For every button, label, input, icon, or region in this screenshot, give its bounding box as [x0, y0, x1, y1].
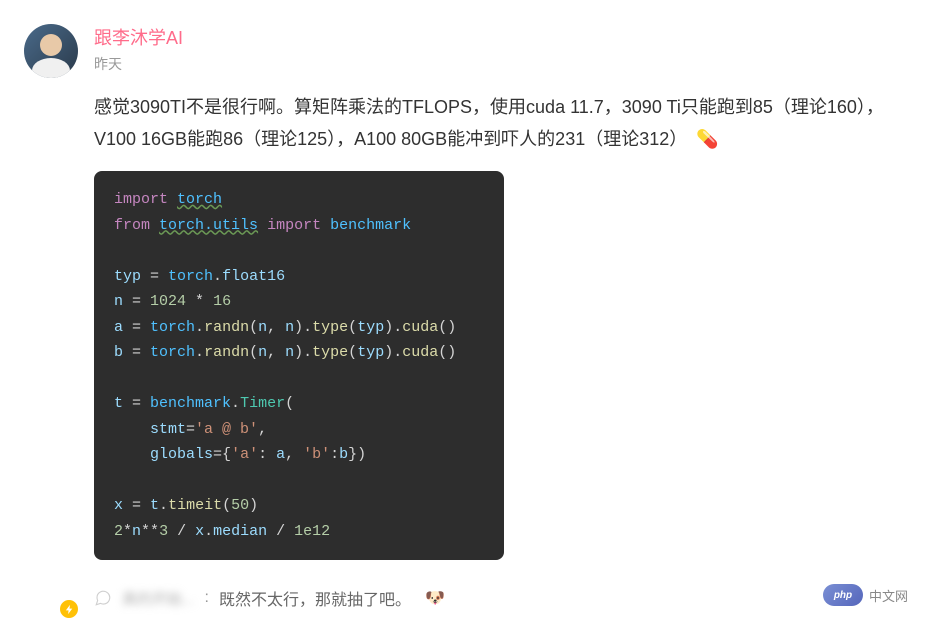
code-line: globals={'a': a, 'b':b}) [114, 442, 484, 468]
code-line: import torch [114, 187, 484, 213]
dog-emoji: 🐶 [425, 588, 445, 608]
code-line: stmt='a @ b', [114, 417, 484, 443]
code-line [114, 238, 484, 264]
watermark: php 中文网 [823, 584, 908, 606]
pill-icon: 💊 [696, 124, 718, 156]
verified-badge [58, 598, 80, 620]
comment-icon[interactable] [94, 589, 112, 607]
commenter-colon: : [205, 589, 209, 607]
code-line: b = torch.randn(n, n).type(typ).cuda() [114, 340, 484, 366]
author-name[interactable]: 跟李沐学AI [94, 24, 908, 50]
post-text: 感觉3090TI不是很行啊。算矩阵乘法的TFLOPS，使用cuda 11.7，3… [94, 92, 908, 155]
code-line: from torch.utils import benchmark [114, 213, 484, 239]
watermark-logo: php [823, 584, 863, 606]
code-line: 2*n**3 / x.median / 1e12 [114, 519, 484, 545]
avatar-wrapper[interactable] [24, 24, 78, 618]
post-container: 跟李沐学AI 昨天 感觉3090TI不是很行啊。算矩阵乘法的TFLOPS，使用c… [24, 24, 908, 618]
code-line: typ = torch.float16 [114, 264, 484, 290]
post-timestamp: 昨天 [94, 54, 908, 74]
post-body: 感觉3090TI不是很行啊。算矩阵乘法的TFLOPS，使用cuda 11.7，3… [94, 97, 884, 149]
code-block: import torchfrom torch.utils import benc… [94, 171, 504, 560]
avatar [24, 24, 78, 78]
comment-text: 既然不太行，那就抽了吧。 [219, 586, 411, 610]
watermark-text: 中文网 [869, 586, 908, 605]
post-content: 跟李沐学AI 昨天 感觉3090TI不是很行啊。算矩阵乘法的TFLOPS，使用c… [94, 24, 908, 618]
code-line: t = benchmark.Timer( [114, 391, 484, 417]
lightning-icon [64, 604, 75, 615]
code-line: a = torch.randn(n, n).type(typ).cuda() [114, 315, 484, 341]
comment-section: 真的开始... : 既然不太行，那就抽了吧。 🐶 [94, 578, 908, 618]
code-line [114, 366, 484, 392]
code-line: n = 1024 * 16 [114, 289, 484, 315]
code-line: x = t.timeit(50) [114, 493, 484, 519]
code-line [114, 468, 484, 494]
commenter-name-blurred[interactable]: 真的开始... [122, 588, 195, 609]
